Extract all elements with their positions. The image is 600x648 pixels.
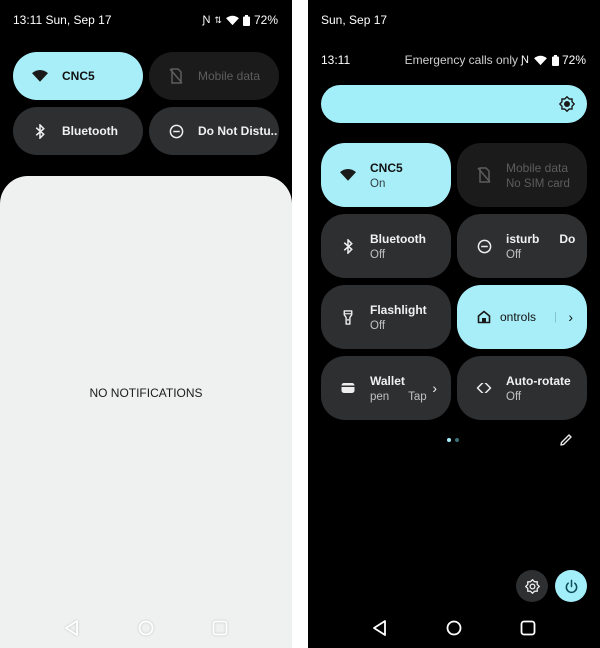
settings-button[interactable] xyxy=(516,570,548,602)
tile-state: Off xyxy=(370,248,386,261)
nfc-icon: Ɲ xyxy=(521,54,529,66)
tile-mobile-data[interactable]: Mobile data xyxy=(149,52,279,100)
chevron-right-icon: › xyxy=(432,380,437,396)
date-label: Sun, Sep 17 xyxy=(321,13,388,27)
edit-pencil-icon[interactable] xyxy=(559,433,573,447)
tile-home-controls[interactable]: ontrols | › xyxy=(457,285,587,349)
tile-label: Wallet xyxy=(370,373,405,388)
left-phone-screen: 13:11 Sun, Sep 17 Ɲ ⇅ 72% CNC5 Mobile da… xyxy=(0,0,292,648)
tile-label: CNC5 xyxy=(370,160,403,175)
nfc-icon: Ɲ xyxy=(202,14,211,26)
wifi-icon xyxy=(226,15,239,25)
tile-mobile-data[interactable]: Mobile data No SIM card xyxy=(457,143,587,207)
navigation-bar xyxy=(0,608,292,648)
tile-state: On xyxy=(370,177,386,190)
page-dot[interactable] xyxy=(455,438,459,442)
tile-label: Bluetooth xyxy=(62,124,118,138)
gear-icon xyxy=(524,578,540,594)
power-button[interactable] xyxy=(555,570,587,602)
home-icon xyxy=(476,309,492,325)
home-icon[interactable] xyxy=(445,619,463,637)
tile-flashlight[interactable]: Flashlight Off xyxy=(321,285,451,349)
auto-rotate-icon xyxy=(476,380,492,396)
chevron-right-icon: › xyxy=(568,309,573,325)
carrier-text: Emergency calls only xyxy=(404,53,519,67)
tile-label: Mobile data xyxy=(198,69,261,83)
tile-state: Off xyxy=(370,319,386,332)
brightness-slider[interactable] xyxy=(321,85,587,123)
battery-icon xyxy=(242,14,250,26)
tile-label: Bluetooth xyxy=(370,231,426,246)
tile-do-not-disturb[interactable]: isturb Do Off xyxy=(457,214,587,278)
tile-label: ontrols xyxy=(500,310,537,324)
back-icon[interactable] xyxy=(371,619,389,637)
tile-label: Auto-rotate xyxy=(506,373,571,388)
data-arrows-icon: ⇅ xyxy=(214,14,222,25)
do-not-disturb-icon xyxy=(168,123,184,139)
do-not-disturb-icon xyxy=(476,238,492,254)
wifi-icon xyxy=(534,55,547,65)
flashlight-icon xyxy=(340,309,356,325)
battery-percent: 72% xyxy=(561,53,586,67)
status-icons: Emergency calls only Ɲ 72% xyxy=(405,53,586,67)
no-sim-icon xyxy=(168,68,184,84)
status-time-date: 13:11 Sun, Sep 17 xyxy=(13,13,112,27)
bluetooth-icon xyxy=(32,123,48,139)
tile-state: Off xyxy=(506,248,522,261)
status-icons: Ɲ ⇅ 72% xyxy=(202,13,278,27)
tile-label: Mobile data xyxy=(506,160,569,175)
page-dot-active[interactable] xyxy=(447,438,451,442)
power-icon xyxy=(565,579,577,593)
tile-label: Flashlight xyxy=(370,302,427,317)
tile-state: Off xyxy=(506,390,522,403)
tile-label: Do Not Distu.. xyxy=(198,124,278,138)
back-icon[interactable] xyxy=(63,619,81,637)
wallet-icon xyxy=(340,380,356,396)
tile-bluetooth[interactable]: Bluetooth xyxy=(13,107,143,155)
tile-label: isturb Do xyxy=(506,231,576,246)
recents-icon[interactable] xyxy=(519,619,537,637)
battery-percent: 72% xyxy=(253,13,278,27)
wifi-icon xyxy=(32,68,48,84)
battery-icon xyxy=(551,54,559,66)
navigation-bar xyxy=(308,608,600,648)
tile-auto-rotate[interactable]: Auto-rotate Off xyxy=(457,356,587,420)
right-phone-screen: Sun, Sep 17 13:11 Emergency calls only Ɲ… xyxy=(308,0,600,648)
notification-shade xyxy=(0,176,292,648)
status-time: 13:11 xyxy=(321,53,351,67)
no-notifications-text: NO NOTIFICATIONS xyxy=(89,386,203,400)
home-icon[interactable] xyxy=(137,619,155,637)
bluetooth-icon xyxy=(340,238,356,254)
tile-wallet[interactable]: Wallet pen Tap › xyxy=(321,356,451,420)
recents-icon[interactable] xyxy=(211,619,229,637)
brightness-icon xyxy=(559,96,575,112)
tile-label: CNC5 xyxy=(62,69,95,83)
tile-wifi[interactable]: CNC5 On xyxy=(321,143,451,207)
no-sim-icon xyxy=(476,167,492,183)
tile-wifi[interactable]: CNC5 xyxy=(13,52,143,100)
tile-state: No SIM card xyxy=(506,177,570,190)
marquee-fragment: | xyxy=(554,311,557,323)
tile-bluetooth[interactable]: Bluetooth Off xyxy=(321,214,451,278)
tile-state: pen Tap xyxy=(370,390,427,403)
tile-do-not-disturb[interactable]: Do Not Distu.. xyxy=(149,107,279,155)
wifi-icon xyxy=(340,167,356,183)
